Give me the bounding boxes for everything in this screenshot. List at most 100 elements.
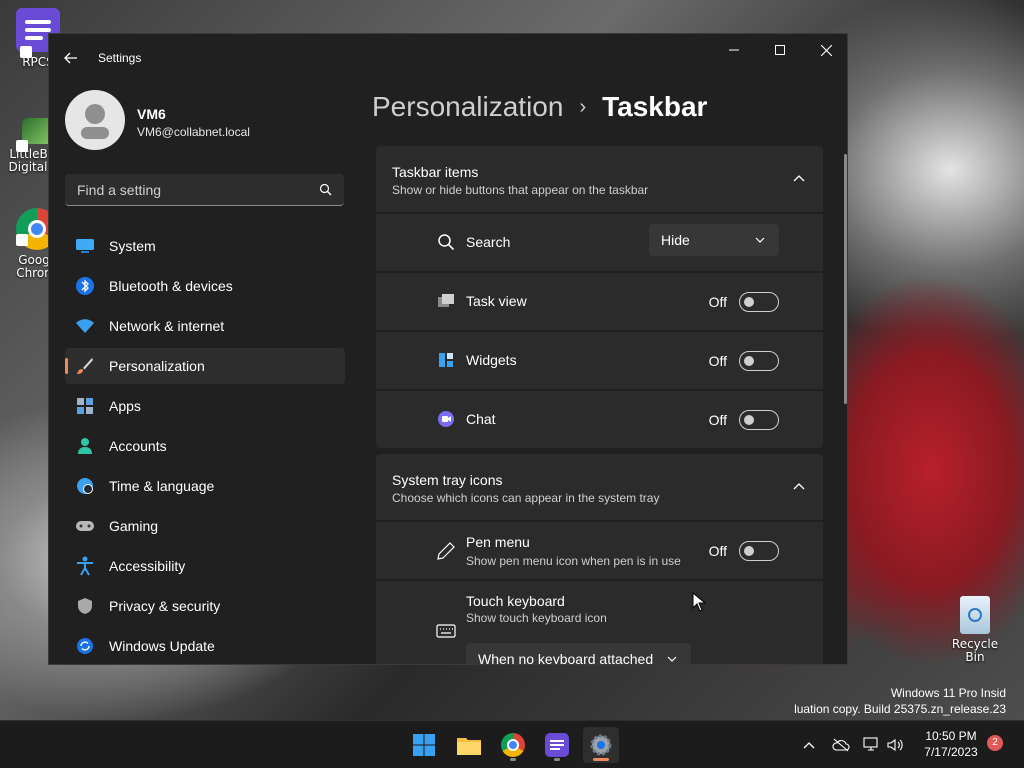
mouse-cursor-icon — [692, 592, 706, 612]
user-name: VM6 — [137, 106, 166, 122]
sidebar-item-label: Windows Update — [109, 638, 215, 654]
taskbar-clock[interactable]: 10:50 PM 7/17/2023 — [918, 728, 984, 760]
back-arrow-icon[interactable] — [63, 50, 79, 66]
minimize-icon — [729, 49, 739, 51]
sidebar-item-bluetooth[interactable]: Bluetooth & devices — [65, 268, 345, 304]
settings-window: Settings VM6 VM6@collabnet.local System … — [48, 33, 848, 665]
content-scrollbar[interactable] — [844, 154, 847, 404]
dropdown-value: When no keyboard attached — [478, 651, 654, 665]
close-button[interactable] — [803, 34, 847, 66]
chevron-down-icon — [667, 656, 677, 662]
taskbar-file-explorer[interactable] — [451, 727, 487, 763]
group-taskbar-items-header[interactable]: Taskbar items Show or hide buttons that … — [376, 146, 823, 212]
sidebar-item-windows-update[interactable]: Windows Update — [65, 628, 345, 664]
sidebar-item-gaming[interactable]: Gaming — [65, 508, 345, 544]
maximize-icon — [775, 45, 785, 55]
search-input[interactable] — [75, 174, 309, 206]
group-title: Taskbar items — [392, 164, 479, 180]
tray-cloud-offline[interactable] — [832, 736, 850, 754]
row-label: Task view — [466, 293, 527, 309]
row-pen-menu: Pen menu Show pen menu icon when pen is … — [376, 522, 823, 579]
person-icon — [75, 436, 95, 456]
running-indicator — [554, 758, 560, 761]
tray-network[interactable] — [863, 736, 881, 754]
volume-icon — [887, 738, 903, 752]
desktop-icon-label: Recycle Bin — [951, 637, 999, 664]
chrome-icon — [501, 733, 525, 757]
maximize-button[interactable] — [757, 34, 803, 66]
sidebar-item-personalization[interactable]: Personalization — [65, 348, 345, 384]
search-mode-dropdown[interactable]: Hide — [649, 224, 779, 256]
clock-date: 7/17/2023 — [924, 745, 978, 759]
notification-badge[interactable]: 2 — [987, 735, 1003, 751]
row-task-view: Task view Off — [376, 273, 823, 330]
breadcrumb: Personalization › Taskbar — [372, 91, 707, 123]
sidebar-item-apps[interactable]: Apps — [65, 388, 345, 424]
sidebar-item-privacy[interactable]: Privacy & security — [65, 588, 345, 624]
start-button[interactable] — [406, 727, 442, 763]
tray-overflow-button[interactable] — [800, 736, 818, 754]
recycle-bin-icon — [960, 596, 990, 634]
running-indicator — [510, 758, 516, 761]
toggle-state-text: Off — [708, 353, 727, 369]
sidebar-item-label: Apps — [109, 398, 141, 414]
settings-icon — [590, 734, 612, 756]
sidebar-item-system[interactable]: System — [65, 228, 345, 264]
globe-clock-icon — [75, 476, 95, 496]
desktop-icon-label: Goog Chron — [16, 253, 52, 280]
accessibility-icon — [75, 556, 95, 576]
close-icon — [820, 44, 832, 56]
breadcrumb-parent[interactable]: Personalization — [372, 91, 563, 123]
taskbar-chrome[interactable] — [495, 727, 531, 763]
monitor-icon — [75, 236, 95, 256]
chevron-up-icon[interactable] — [793, 482, 805, 492]
sidebar-item-label: Accessibility — [109, 558, 186, 574]
sidebar-item-time-language[interactable]: Time & language — [65, 468, 345, 504]
search-icon[interactable] — [319, 183, 332, 196]
settings-content: Taskbar items Show or hide buttons that … — [376, 146, 823, 665]
pen-menu-toggle[interactable] — [739, 541, 779, 561]
person-silhouette-icon — [81, 104, 109, 139]
group-subtitle: Show or hide buttons that appear on the … — [392, 183, 649, 197]
apps-icon — [75, 396, 95, 416]
sidebar-item-network[interactable]: Network & internet — [65, 308, 345, 344]
settings-search[interactable] — [65, 174, 344, 206]
taskbar-notepad[interactable] — [539, 727, 575, 763]
toggle-state-text: Off — [708, 412, 727, 428]
row-touch-keyboard: Touch keyboard Show touch keyboard icon … — [376, 581, 823, 665]
taskbar-settings[interactable] — [583, 727, 619, 763]
avatar[interactable] — [65, 90, 125, 150]
task-view-toggle[interactable] — [739, 292, 779, 312]
sidebar-item-label: Accounts — [109, 438, 167, 454]
group-title: System tray icons — [392, 472, 503, 488]
sidebar-item-label: Privacy & security — [109, 598, 221, 614]
window-title: Settings — [98, 51, 142, 65]
desktop-icon-recycle-bin[interactable]: Recycle Bin — [943, 596, 1007, 664]
chevron-up-icon[interactable] — [793, 174, 805, 184]
row-label: Widgets — [466, 352, 517, 368]
group-system-tray-header[interactable]: System tray icons Choose which icons can… — [376, 454, 823, 520]
minimize-button[interactable] — [711, 34, 757, 66]
row-label: Search — [466, 234, 511, 250]
sidebar-item-accounts[interactable]: Accounts — [65, 428, 345, 464]
title-bar[interactable]: Settings — [49, 34, 847, 80]
tray-volume[interactable] — [886, 736, 904, 754]
gamepad-icon — [75, 516, 95, 536]
bluetooth-icon — [75, 276, 95, 296]
wifi-icon — [75, 316, 95, 336]
row-label: Chat — [466, 411, 496, 427]
chat-icon — [436, 409, 456, 429]
row-label: Touch keyboard — [466, 593, 565, 609]
widgets-icon — [436, 350, 456, 370]
touch-keyboard-dropdown[interactable]: When no keyboard attached — [466, 643, 691, 665]
widgets-toggle[interactable] — [739, 351, 779, 371]
sidebar-item-label: Bluetooth & devices — [109, 278, 233, 294]
chat-toggle[interactable] — [739, 410, 779, 430]
start-icon — [413, 734, 435, 756]
sidebar-item-accessibility[interactable]: Accessibility — [65, 548, 345, 584]
shortcut-arrow-icon — [16, 234, 28, 246]
row-sublabel: Show touch keyboard icon — [466, 611, 607, 625]
shield-icon — [75, 596, 95, 616]
pen-icon — [436, 541, 456, 561]
breadcrumb-separator: › — [579, 95, 587, 118]
